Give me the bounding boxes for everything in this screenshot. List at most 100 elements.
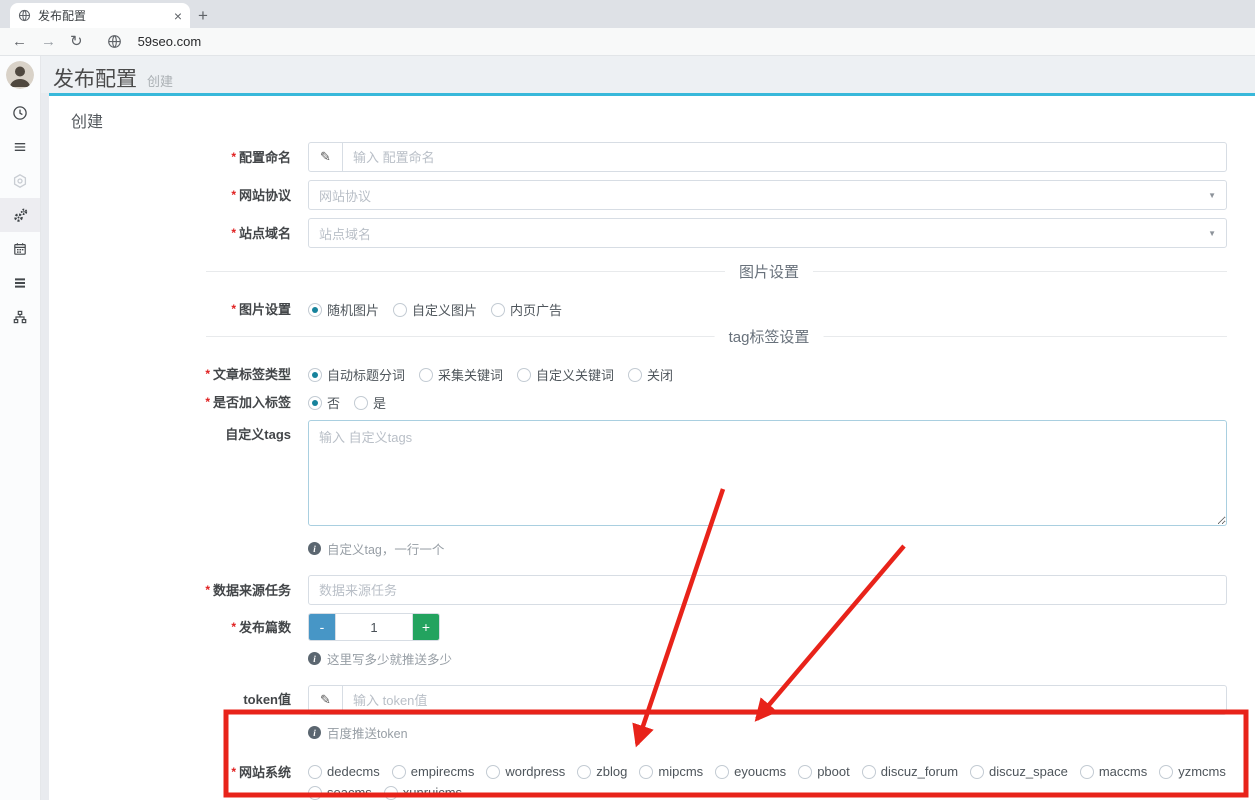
radio-tag-off[interactable]: 关闭 [628, 365, 673, 384]
sidebar-item-history[interactable] [0, 96, 40, 130]
sitemap-icon [12, 309, 28, 325]
radio-circle [354, 396, 368, 410]
radio-circle [308, 765, 322, 779]
token-input[interactable] [343, 686, 1226, 714]
radio-sys-mipcms[interactable]: mipcms [639, 764, 703, 779]
sidebar [0, 56, 41, 800]
radio-circle [486, 765, 500, 779]
radio-sys-discuz-forum[interactable]: discuz_forum [862, 764, 958, 779]
radio-circle [308, 303, 322, 317]
page-subtitle: 创建 [147, 71, 173, 90]
radio-sys-eyoucms[interactable]: eyoucms [715, 764, 786, 779]
token-help: i 百度推送token [308, 723, 1227, 742]
radio-sys-zblog[interactable]: zblog [577, 764, 627, 779]
radio-circle [715, 765, 729, 779]
domain-placeholder: 站点域名 [319, 224, 1208, 243]
radio-sys-maccms[interactable]: maccms [1080, 764, 1147, 779]
radio-sys-empirecms[interactable]: empirecms [392, 764, 475, 779]
section-divider-image: 图片设置 [206, 271, 1227, 272]
browser-tab[interactable]: 发布配置 × [10, 3, 190, 28]
radio-tag-collect-keyword[interactable]: 采集关键词 [419, 365, 503, 384]
protocol-label: *网站协议 [49, 187, 291, 204]
custom-tags-label: 自定义tags [49, 420, 291, 443]
custom-tags-help: i 自定义tag，一行一个 [308, 539, 1227, 558]
browser-tab-strip: 发布配置 × + [0, 0, 1255, 28]
row-site-system: *网站系统 dedecms empirecms wordpress zblog … [49, 764, 1227, 800]
radio-image-custom[interactable]: 自定义图片 [393, 300, 477, 319]
radio-circle [628, 368, 642, 382]
menu-icon [12, 139, 28, 155]
radio-add-tag-no[interactable]: 否 [308, 393, 340, 412]
row-image-setting: *图片设置 随机图片 自定义图片 内页广告 [49, 300, 1227, 319]
radio-tag-custom-keyword[interactable]: 自定义关键词 [517, 365, 614, 384]
radio-sys-wordpress[interactable]: wordpress [486, 764, 565, 779]
protocol-select[interactable]: 网站协议 ▼ [308, 180, 1227, 210]
radio-image-random[interactable]: 随机图片 [308, 300, 379, 319]
address-bar-url[interactable]: 59seo.com [138, 34, 202, 49]
section-title-image: 图片设置 [725, 261, 813, 282]
sidebar-item-list[interactable] [0, 266, 40, 300]
publish-count-label: *发布篇数 [49, 619, 291, 636]
row-data-source: *数据来源任务 [49, 575, 1227, 605]
config-name-inputgroup: ✎ [308, 142, 1227, 172]
row-tag-type: *文章标签类型 自动标题分词 采集关键词 自定义关键词 关闭 [49, 365, 1227, 384]
list-icon [12, 275, 28, 291]
required-mark: * [205, 583, 210, 597]
chevron-down-icon: ▼ [1208, 229, 1216, 238]
publish-config-form: *配置命名 ✎ *网站协议 网站协议 [49, 142, 1255, 800]
stepper-plus-button[interactable]: + [413, 614, 439, 640]
sidebar-item-menu[interactable] [0, 130, 40, 164]
domain-label: *站点域名 [49, 225, 291, 242]
page-header: 发布配置 创建 [41, 56, 1255, 93]
sidebar-item-sitemap[interactable] [0, 300, 40, 334]
forward-button-icon[interactable]: → [41, 34, 56, 49]
screen: 发布配置 × + ← → ↻ 59seo.com [0, 0, 1255, 800]
publish-count-input[interactable] [335, 614, 413, 640]
refresh-button-icon[interactable]: ↻ [70, 34, 83, 49]
radio-sys-yzmcms[interactable]: yzmcms [1159, 764, 1226, 779]
pencil-icon: ✎ [309, 143, 343, 171]
custom-tags-textarea[interactable] [308, 420, 1227, 526]
radio-circle [419, 368, 433, 382]
user-avatar[interactable] [6, 61, 34, 89]
data-source-input[interactable] [308, 575, 1227, 605]
new-tab-button[interactable]: + [190, 3, 216, 28]
radio-circle [308, 786, 322, 800]
row-protocol: *网站协议 网站协议 ▼ [49, 180, 1227, 210]
radio-circle [308, 396, 322, 410]
radio-add-tag-yes[interactable]: 是 [354, 393, 386, 412]
required-mark: * [231, 620, 236, 634]
publish-count-help: i 这里写多少就推送多少 [308, 649, 1227, 668]
radio-sys-pboot[interactable]: pboot [798, 764, 850, 779]
history-clock-icon [12, 105, 28, 121]
radio-sys-seacms[interactable]: seacms [308, 785, 372, 800]
radio-sys-discuz-space[interactable]: discuz_space [970, 764, 1068, 779]
browser-toolbar: ← → ↻ 59seo.com [0, 28, 1255, 56]
sidebar-item-calendar[interactable] [0, 232, 40, 266]
app-body: 发布配置 创建 创建 *配置命名 ✎ [0, 56, 1255, 800]
radio-circle [308, 368, 322, 382]
domain-select[interactable]: 站点域名 ▼ [308, 218, 1227, 248]
radio-sys-dedecms[interactable]: dedecms [308, 764, 380, 779]
radio-circle [392, 765, 406, 779]
radio-circle [491, 303, 505, 317]
info-icon: i [308, 652, 321, 665]
sidebar-item-hexagon[interactable] [0, 164, 40, 198]
radio-image-inner-ad[interactable]: 内页广告 [491, 300, 562, 319]
radio-circle [798, 765, 812, 779]
section-title-tag: tag标签设置 [715, 326, 824, 347]
config-name-label: *配置命名 [49, 149, 291, 166]
card-title: 创建 [71, 108, 1255, 132]
tab-close-icon[interactable]: × [174, 9, 182, 23]
sidebar-item-settings[interactable] [0, 198, 40, 232]
stepper-minus-button[interactable]: - [309, 614, 335, 640]
tab-title: 发布配置 [38, 7, 167, 24]
radio-circle [1159, 765, 1173, 779]
back-button-icon[interactable]: ← [12, 34, 27, 49]
gears-icon [12, 207, 29, 224]
radio-tag-auto-title[interactable]: 自动标题分词 [308, 365, 405, 384]
tab-favicon-globe-icon [18, 9, 31, 22]
config-name-input[interactable] [343, 143, 1226, 171]
radio-sys-xunruicms[interactable]: xunruicms [384, 785, 462, 800]
radio-circle [517, 368, 531, 382]
